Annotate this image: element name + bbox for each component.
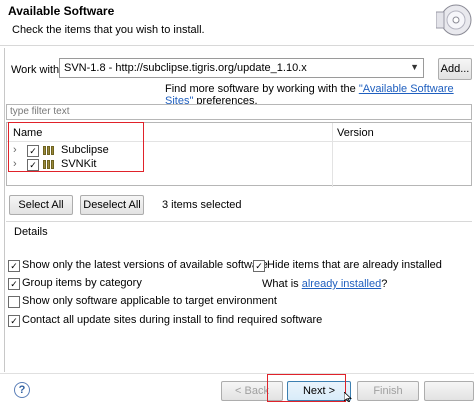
option-label: Contact all update sites during install … xyxy=(22,314,323,326)
what-is-installed-text: What is already installed? xyxy=(262,278,388,290)
add-site-button[interactable]: Add... xyxy=(438,58,472,80)
column-version[interactable]: Version xyxy=(337,127,374,139)
highlight-box-items xyxy=(8,122,144,172)
contact-sites-checkbox[interactable]: ✓ xyxy=(8,315,20,327)
hide-installed-checkbox[interactable]: ✓ xyxy=(253,260,265,272)
work-with-combo[interactable]: SVN-1.8 - http://subclipse.tigris.org/up… xyxy=(59,58,424,78)
option-label: Group items by category xyxy=(22,277,142,289)
content-border xyxy=(4,48,5,372)
cancel-button[interactable] xyxy=(424,381,474,401)
latest-versions-checkbox[interactable]: ✓ xyxy=(8,260,20,272)
header-separator xyxy=(0,45,474,46)
option-label: Show only software applicable to target … xyxy=(22,295,277,307)
already-installed-link[interactable]: already installed xyxy=(302,278,382,290)
work-with-value: SVN-1.8 - http://subclipse.tigris.org/up… xyxy=(64,62,307,74)
finish-button[interactable]: Finish xyxy=(357,381,419,401)
details-separator xyxy=(6,221,472,222)
select-all-button[interactable]: Select All xyxy=(9,195,73,215)
column-separator xyxy=(332,123,333,187)
chevron-down-icon[interactable]: ▼ xyxy=(410,62,419,72)
option-label: Hide items that are already installed xyxy=(267,259,442,271)
help-icon[interactable]: ? xyxy=(14,382,30,398)
footer-separator xyxy=(0,373,474,374)
install-disc-icon xyxy=(435,2,472,38)
filter-placeholder: type filter text xyxy=(10,106,70,117)
details-label: Details xyxy=(14,226,48,238)
mouse-cursor-icon xyxy=(343,391,353,403)
target-environment-checkbox[interactable] xyxy=(8,296,20,308)
work-with-label: Work with: xyxy=(11,64,63,76)
items-selected-count: 3 items selected xyxy=(162,199,242,211)
filter-input[interactable]: type filter text xyxy=(6,104,472,120)
option-label: Show only the latest versions of availab… xyxy=(22,259,268,271)
page-subtitle: Check the items that you wish to install… xyxy=(12,24,205,36)
page-title: Available Software xyxy=(8,4,115,18)
highlight-box-next xyxy=(267,374,346,402)
group-by-category-checkbox[interactable]: ✓ xyxy=(8,278,20,290)
deselect-all-button[interactable]: Deselect All xyxy=(80,195,144,215)
